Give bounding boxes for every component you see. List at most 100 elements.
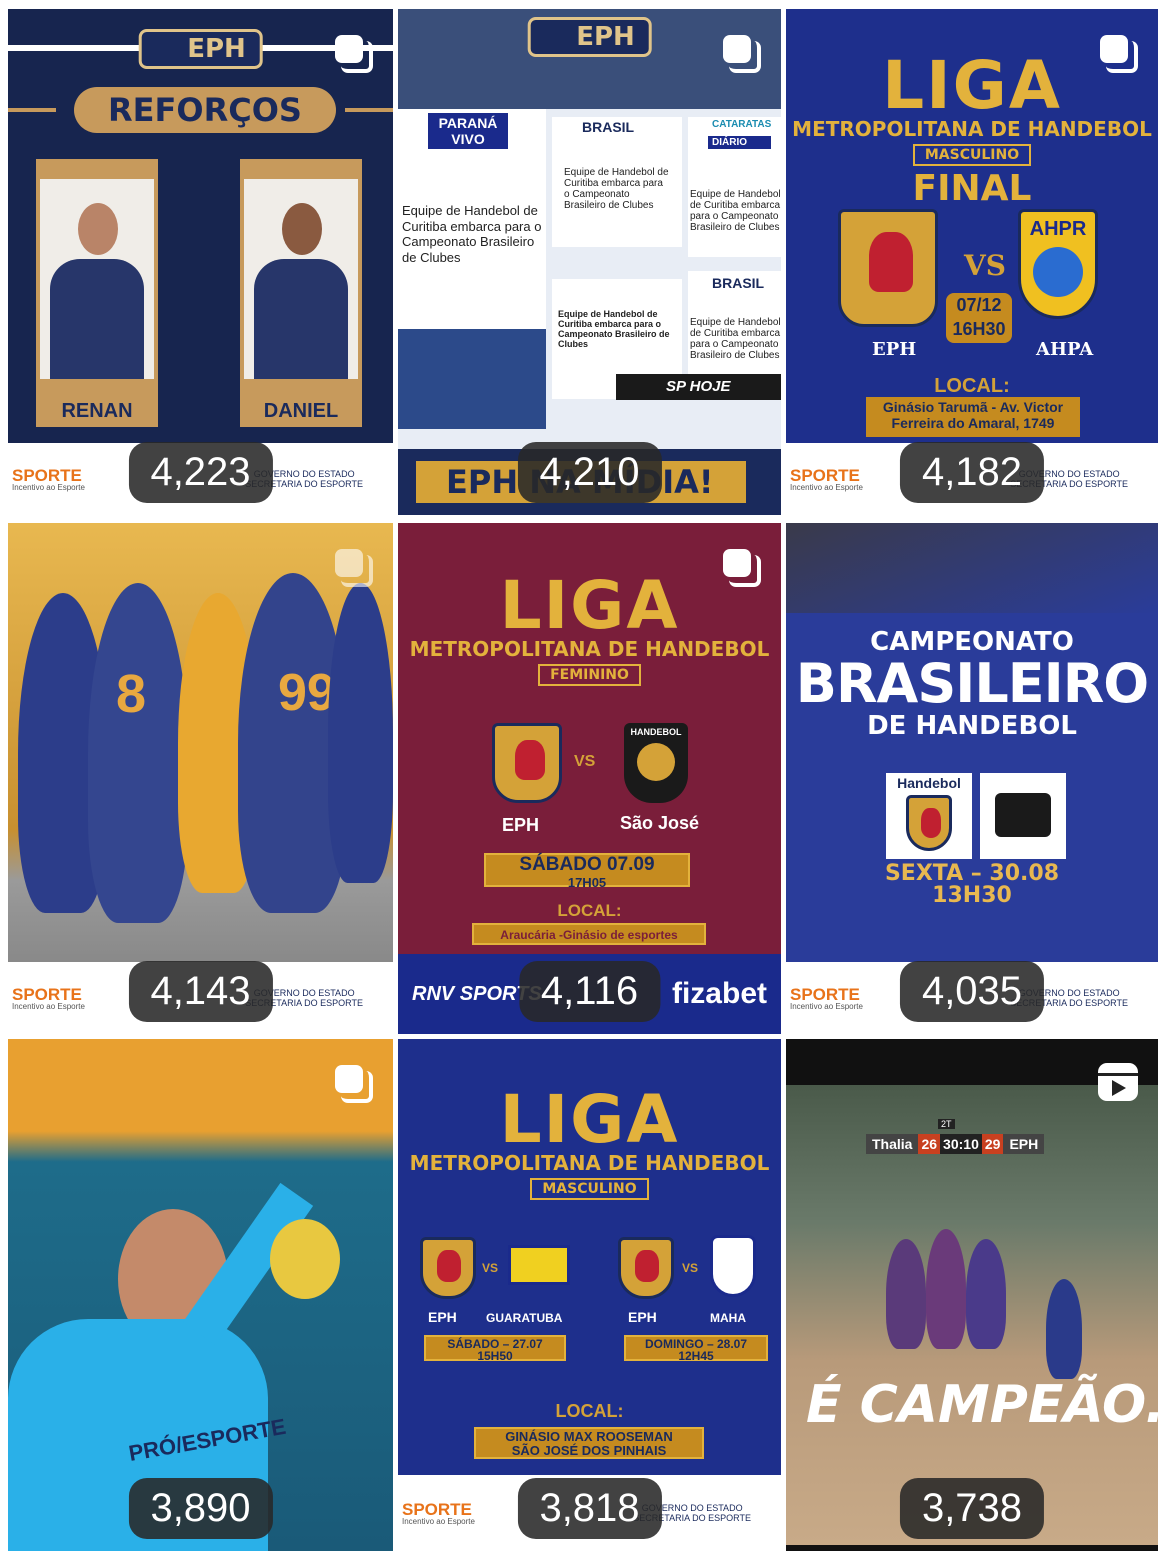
article-title: Equipe de Handebol de Curitiba embarca p… [564, 167, 669, 211]
player-name: DANIEL [263, 400, 339, 422]
profile-posts-grid: EPH REFORÇOS RENAN DANIEL SPORTE Incentiv… [0, 0, 1158, 1551]
category-tag: MASCULINO [530, 1178, 649, 1200]
match-datetime: SÁBADO – 27.07 15H50 [424, 1335, 566, 1362]
view-count: 4,116 [518, 961, 661, 1022]
news-card-brasil: BRASIL Equipe de Handebol de Curitiba em… [552, 117, 682, 247]
view-count: 3,890 [128, 1478, 273, 1539]
venue-label: GINÁSIO MAX ROOSEMAN SÃO JOSÉ DOS PINHAIS [474, 1427, 704, 1459]
view-count: 4,210 [517, 442, 662, 503]
view-count: 3,738 [899, 1478, 1045, 1539]
local-label: LOCAL: [934, 375, 1010, 397]
player-name: RENAN [61, 400, 133, 422]
liga-header: LIGA METROPOLITANA DE HANDEBOL MASCULINO [398, 1087, 781, 1200]
home-score: 26 [918, 1134, 941, 1154]
outlet-sp-hoje: SP HOJE [616, 374, 781, 400]
liga-header: LIGA METROPOLITANA DE HANDEBOL MASCULINO… [786, 53, 1158, 210]
away-team: EPH [1003, 1134, 1045, 1154]
team2-name: AHPA [1036, 339, 1094, 360]
outlet-logo: BRASIL [712, 275, 765, 291]
video-caption: É CAMPEÃO. [806, 1375, 1158, 1435]
fizabet-logo: fizabet [671, 977, 767, 1010]
vs-label: VS [482, 1261, 499, 1275]
local-label: LOCAL: [557, 901, 622, 920]
sponsor-sub: Incentivo ao Esporte [12, 1001, 85, 1011]
carousel-icon [1100, 35, 1138, 73]
deco-line [345, 108, 393, 112]
match-datetime: SEXTA – 30.08 13H30 [884, 861, 1060, 908]
sponsor-label: SPORTE [12, 465, 82, 485]
player-card-daniel: DANIEL [240, 159, 362, 427]
sponsor-label: SPORTE [402, 1499, 472, 1519]
team1-name: EPH [628, 1309, 657, 1325]
post-tile-goalkeeper-photo[interactable]: PRÓ/ESPORTE 3,890 [8, 1039, 393, 1551]
carousel-icon [723, 35, 761, 73]
article-title: Equipe de Handebol de Curitiba embarca p… [690, 189, 781, 233]
vs-label: VS [682, 1261, 699, 1275]
sponsor-label: SPORTE [790, 984, 860, 1004]
sponsor-label: SPORTE [790, 465, 860, 485]
post-tile-reel-campeao[interactable]: Thalia 26 30:10 29 EPH 2T É CAMPEÃO. 3,7… [786, 1039, 1158, 1551]
news-card-brasil-2: BRASIL Equipe de Handebol de Curitiba em… [688, 271, 781, 381]
eph-shield [618, 1237, 674, 1299]
player-body [254, 259, 348, 379]
player-card-renan: RENAN [36, 159, 158, 427]
eph-shield [838, 209, 938, 327]
post-tile-liga-feminino[interactable]: LIGA METROPOLITANA DE HANDEBOL FEMININO … [398, 523, 781, 1034]
sponsor-sub: Incentivo ao Esporte [12, 482, 85, 492]
match-datetime: DOMINGO – 28.07 12H45 [624, 1335, 768, 1362]
view-count: 4,035 [899, 961, 1045, 1022]
news-card-cataratas: CATARATAS DIÁRIO Equipe de Handebol de C… [688, 117, 781, 257]
sponsor-label: SPORTE [12, 984, 82, 1004]
opponent-team-logo [980, 773, 1066, 859]
carousel-icon [335, 35, 373, 73]
liga-subtitle: METROPOLITANA DE HANDEBOL [409, 637, 770, 661]
player-head [282, 203, 322, 255]
view-count: 4,182 [899, 442, 1045, 503]
liga-title: LIGA [499, 1081, 680, 1158]
team2-name: São José [620, 813, 700, 833]
post-tile-reforcos[interactable]: EPH REFORÇOS RENAN DANIEL SPORTE Incentiv… [8, 9, 393, 515]
post-tile-eph-na-midia[interactable]: EPH PARANÁ VIVO Equipe de Handebol de Cu… [398, 9, 781, 515]
post-tile-campeonato-brasileiro[interactable]: CAMPEONATO BRASILEIRO DE HANDEBOL Handeb… [786, 523, 1158, 1034]
vs-label: VS [574, 753, 596, 770]
view-count: 4,223 [128, 442, 273, 503]
liga-header: LIGA METROPOLITANA DE HANDEBOL FEMININO [398, 573, 781, 686]
deco-line [8, 108, 56, 112]
home-team: Thalia [866, 1134, 919, 1154]
stage-label: FINAL [912, 168, 1032, 209]
handball [270, 1219, 340, 1299]
carousel-icon [723, 549, 761, 587]
outlet-logo: DIÁRIO [708, 136, 771, 149]
post-tile-team-huddle[interactable]: 8 99 SPORTE Incentivo ao Esporte GOVERNO … [8, 523, 393, 1034]
liga-subtitle: METROPOLITANA DE HANDEBOL [409, 1151, 770, 1175]
reels-icon [1098, 1063, 1138, 1101]
guaratuba-logo [508, 1245, 570, 1285]
eph-logo: EPH [138, 29, 263, 69]
outlet-logo: PARANÁ VIVO [428, 113, 508, 149]
view-count: 3,818 [517, 1478, 662, 1539]
period: 2T [938, 1119, 955, 1129]
player-photo [40, 179, 154, 379]
carousel-icon [335, 549, 373, 587]
eph-shield [420, 1237, 476, 1299]
team1-name: EPH [428, 1309, 457, 1325]
article-title: Equipe de Handebol de Curitiba embarca p… [402, 203, 542, 265]
sponsor-sub: Incentivo ao Esporte [790, 1001, 863, 1011]
article-photo [398, 329, 546, 429]
eph-shield [492, 723, 562, 803]
match-datetime: 07/12 16H30 [946, 293, 1012, 343]
post-tile-liga-final[interactable]: LIGA METROPOLITANA DE HANDEBOL MASCULINO… [786, 9, 1158, 515]
player-figure [328, 583, 393, 883]
player-head [78, 203, 118, 255]
team2-name: MAHA [710, 1311, 746, 1325]
player-body [50, 259, 144, 379]
outlet-logo: BRASIL [582, 119, 635, 135]
news-card-parana-vivo: PARANÁ VIVO Equipe de Handebol de Curiti… [398, 109, 546, 429]
match-datetime: SÁBADO 07.09 17H05 [484, 853, 690, 890]
article-title: Equipe de Handebol de Curitiba embarca p… [558, 309, 670, 349]
jersey-number: 8 [116, 664, 147, 724]
view-count: 4,143 [128, 961, 273, 1022]
eph-team-logo: Handebol [886, 773, 972, 859]
post-tile-liga-masculino-rodada[interactable]: LIGA METROPOLITANA DE HANDEBOL MASCULINO… [398, 1039, 781, 1551]
category-tag: FEMININO [538, 664, 641, 686]
